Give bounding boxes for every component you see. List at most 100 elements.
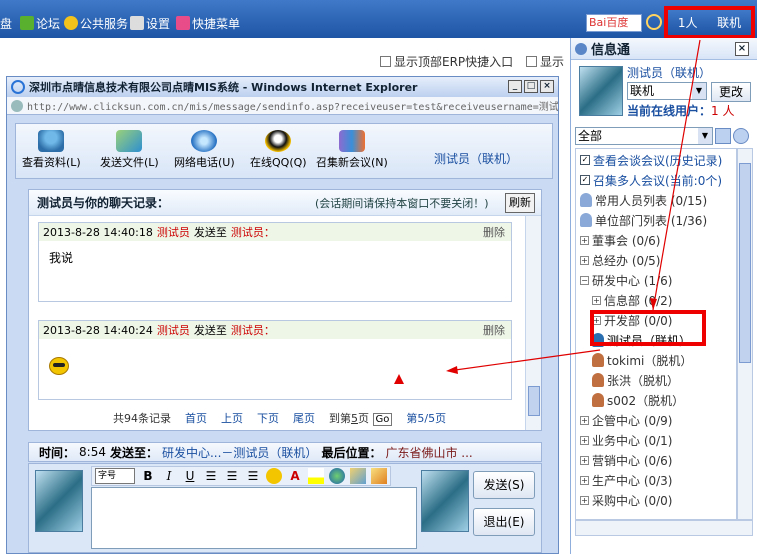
expand-icon[interactable]: + <box>580 495 589 505</box>
tree-node-label: 研发中心 (1/6) <box>592 273 673 288</box>
maximize-button[interactable]: □ <box>524 80 538 93</box>
tool-view-profile[interactable]: 查看资料(L) <box>22 130 81 170</box>
italic-button[interactable]: I <box>161 468 177 484</box>
goto-page: 到第5页 Go <box>329 410 393 426</box>
last-page-link[interactable]: 尾页 <box>293 410 315 426</box>
window-title-bar[interactable]: 深圳市点晴信息技术有限公司点晴MIS系统 - Windows Internet … <box>7 77 558 97</box>
topbar-item-settings[interactable]: 设置 <box>130 14 170 32</box>
display-checkbox[interactable]: 显示 <box>526 53 564 70</box>
tool-send-file[interactable]: 发送文件(L) <box>100 130 159 170</box>
message-input[interactable] <box>91 487 417 549</box>
tree-node[interactable]: − 研发中心 (1/6) <box>580 271 673 289</box>
underline-button[interactable]: U <box>182 468 198 484</box>
address-bar[interactable]: http://www.clicksun.com.cn/mis/message/s… <box>7 97 558 115</box>
checked-icon: ✓ <box>580 155 590 165</box>
minimize-button[interactable]: _ <box>508 80 522 93</box>
search-icon[interactable] <box>646 14 662 30</box>
send-button[interactable]: 发送(S) <box>473 471 535 499</box>
bold-button[interactable]: B <box>140 468 156 484</box>
voip-phone-icon <box>191 130 218 152</box>
online-status-indicator[interactable]: 1人 联机 <box>664 6 755 39</box>
exit-button[interactable]: 退出(E) <box>473 508 535 536</box>
tree-node[interactable]: + 业务中心 (0/1) <box>580 431 673 449</box>
tree-node[interactable]: + 企管中心 (0/9) <box>580 411 673 429</box>
insert-image-icon[interactable] <box>350 468 366 484</box>
tree-node[interactable]: s002（脱机） <box>592 391 684 409</box>
topbar-item-label: 快捷菜单 <box>192 16 241 31</box>
refresh-button[interactable]: 刷新 <box>505 193 535 213</box>
user-search-icon[interactable] <box>733 128 749 144</box>
align-center-icon[interactable]: ☰ <box>224 468 240 484</box>
font-size-select[interactable]: 字号 <box>95 468 135 484</box>
ie-logo-icon <box>11 80 25 94</box>
align-left-icon[interactable]: ☰ <box>203 468 219 484</box>
close-button[interactable]: × <box>540 80 554 93</box>
prev-page-link[interactable]: 上页 <box>221 410 243 426</box>
org-tree-icon[interactable] <box>715 128 731 144</box>
emoji-icon[interactable] <box>266 468 282 484</box>
tree-scrollbar[interactable] <box>737 148 753 520</box>
scrollbar-thumb[interactable] <box>739 163 751 363</box>
tree-horizontal-scrollbar[interactable] <box>575 520 753 536</box>
font-color-icon[interactable]: A <box>287 468 303 484</box>
highlight-icon[interactable] <box>308 468 324 484</box>
topbar-item-shortcut-menu[interactable]: 快捷菜单 <box>176 14 240 32</box>
online-count-value: 1 人 <box>711 104 735 118</box>
scrollbar-thumb[interactable] <box>528 386 540 416</box>
send-file-icon <box>116 130 143 152</box>
status-select[interactable]: 联机 <box>627 82 707 100</box>
chat-message-header: 2013-8-28 14:40:24 测试员 发送至 测试员： 删除 <box>39 321 511 339</box>
erp-shortcut-checkbox[interactable]: 显示顶部ERP快捷入口 <box>380 53 513 70</box>
expand-icon[interactable]: + <box>580 255 589 265</box>
filter-select[interactable]: 全部 <box>575 127 713 145</box>
tree-node[interactable]: 张洪（脱机） <box>592 371 679 389</box>
first-page-link[interactable]: 首页 <box>185 410 207 426</box>
align-right-icon[interactable]: ☰ <box>245 468 261 484</box>
tree-node[interactable]: + 董事会 (0/6) <box>580 231 661 249</box>
topbar-item-forum[interactable]: 论坛 <box>20 14 60 32</box>
tree-node[interactable]: + 采购中心 (0/0) <box>580 491 673 509</box>
tree-node[interactable]: + 信息部 (0/2) <box>592 291 673 309</box>
expand-icon[interactable]: + <box>592 295 601 305</box>
expand-icon[interactable]: + <box>580 455 589 465</box>
checkbox-box[interactable] <box>380 56 391 67</box>
tree-node-label: s002（脱机） <box>607 393 685 408</box>
goto-page-input[interactable]: 5 <box>351 412 358 425</box>
checkbox-box[interactable] <box>526 56 537 67</box>
expand-icon[interactable]: + <box>580 435 589 445</box>
chat-scrollbar[interactable] <box>525 216 541 430</box>
tree-node[interactable]: tokimi（脱机） <box>592 351 692 369</box>
expand-icon[interactable]: + <box>580 415 589 425</box>
collapse-icon[interactable] <box>575 42 587 55</box>
tree-node-label: 董事会 (0/6) <box>592 233 661 248</box>
tree-node-label: 查看会谈会议(历史记录) <box>593 153 723 168</box>
tree-node[interactable]: ✓ 召集多人会议(当前:0个) <box>580 171 722 189</box>
delete-message-link[interactable]: 删除 <box>483 322 505 338</box>
page-info: 第5/5页 <box>406 412 447 425</box>
insert-link-icon[interactable] <box>329 468 345 484</box>
tree-node[interactable]: + 营销中心 (0/6) <box>580 451 673 469</box>
baidu-search-box[interactable]: Bai百度 <box>586 14 642 32</box>
tree-node[interactable]: + 总经办 (0/5) <box>580 251 661 269</box>
go-button[interactable]: Go <box>372 413 393 426</box>
tool-new-meeting[interactable]: 召集新会议(N) <box>316 130 388 170</box>
tree-node[interactable]: 常用人员列表 (0/15) <box>580 191 707 209</box>
screenshot-icon[interactable] <box>371 468 387 484</box>
tool-online-qq[interactable]: 在线QQ(Q) <box>250 130 307 170</box>
tree-node[interactable]: 单位部门列表 (1/36) <box>580 211 707 229</box>
topbar-item-public-service[interactable]: 公共服务 <box>64 14 128 32</box>
expand-icon[interactable]: + <box>580 235 589 245</box>
tree-node[interactable]: + 生产中心 (0/3) <box>580 471 673 489</box>
side-close-button[interactable]: × <box>735 42 749 56</box>
change-status-button[interactable]: 更改 <box>711 82 751 102</box>
tree-node-label: 常用人员列表 (0/15) <box>595 193 708 208</box>
goto-prefix: 到第 <box>329 412 351 425</box>
delete-message-link[interactable]: 删除 <box>483 224 505 240</box>
tool-voip-phone[interactable]: 网络电话(U) <box>174 130 235 170</box>
chat-peer-name: 测试员（联机） <box>434 152 519 166</box>
topbar-item-disk[interactable]: 盘 <box>0 14 12 32</box>
tree-node[interactable]: ✓ 查看会谈会议(历史记录) <box>580 151 722 169</box>
expand-icon[interactable]: + <box>580 475 589 485</box>
collapse-icon[interactable]: − <box>580 275 589 285</box>
next-page-link[interactable]: 下页 <box>257 410 279 426</box>
